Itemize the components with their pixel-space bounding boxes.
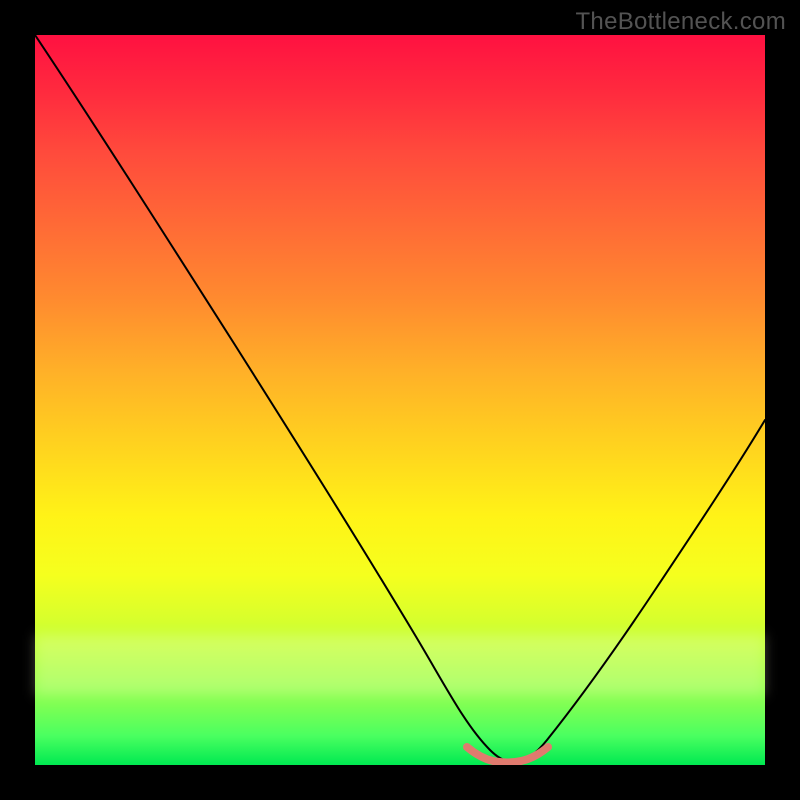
optimal-range-marker [467, 747, 548, 763]
plot-area [35, 35, 765, 765]
curve-layer [35, 35, 765, 765]
watermark-text: TheBottleneck.com [575, 8, 786, 36]
bottleneck-curve [35, 35, 765, 762]
chart-frame: TheBottleneck.com [0, 0, 800, 800]
